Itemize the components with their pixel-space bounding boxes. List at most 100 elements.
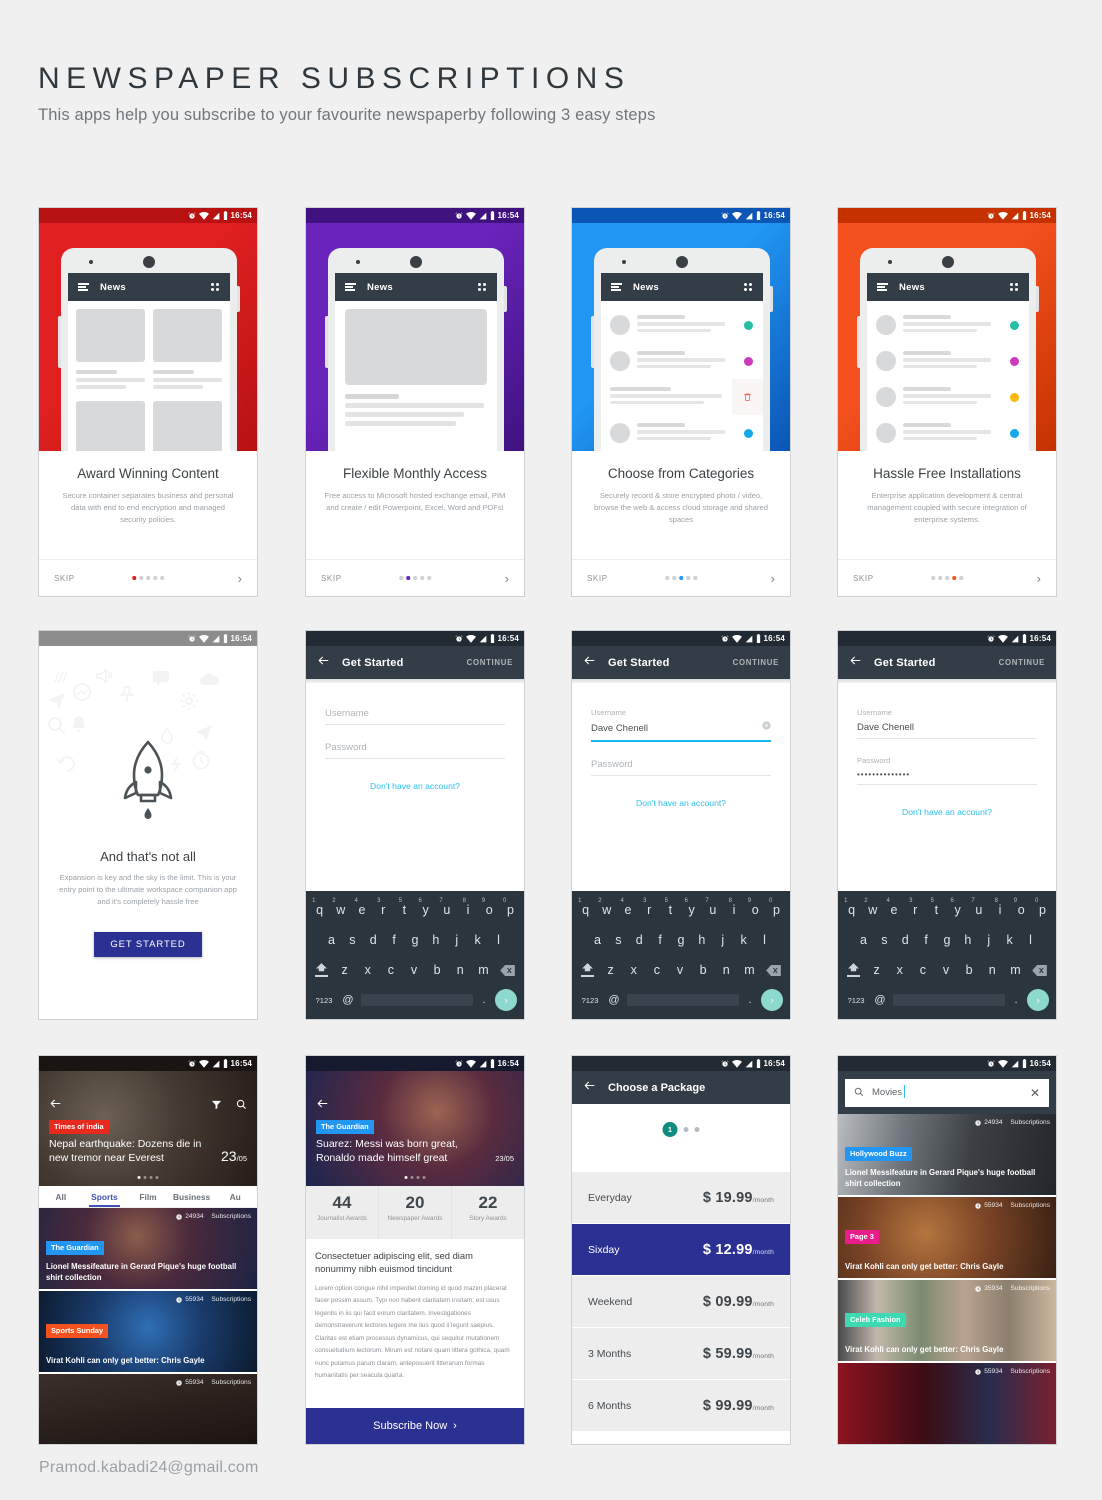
delete-action[interactable] xyxy=(732,379,763,415)
at-key[interactable]: @ xyxy=(606,994,622,1006)
key-x[interactable]: x xyxy=(622,963,645,977)
next-button[interactable]: › xyxy=(771,572,775,585)
key-t[interactable]: 5t xyxy=(926,898,947,917)
period-key[interactable]: . xyxy=(744,994,756,1006)
shift-key[interactable] xyxy=(841,963,865,977)
filter-icon[interactable] xyxy=(211,1097,222,1115)
key-r[interactable]: 3r xyxy=(373,898,394,917)
key-j[interactable]: j xyxy=(978,933,999,947)
skip-button[interactable]: SKIP xyxy=(321,574,342,583)
virtual-keyboard[interactable]: 1q2w4e3r5t6y7u8i9o0p asdfghjkl zxcvbnm ?… xyxy=(838,891,1056,1019)
key-b[interactable]: b xyxy=(426,963,449,977)
key-x[interactable]: x xyxy=(356,963,379,977)
key-n[interactable]: n xyxy=(449,963,472,977)
key-s[interactable]: s xyxy=(608,933,629,947)
backspace-key[interactable] xyxy=(761,964,787,976)
key-p[interactable]: 0p xyxy=(500,898,521,917)
key-k[interactable]: k xyxy=(467,933,488,947)
key-h[interactable]: h xyxy=(957,933,978,947)
key-g[interactable]: g xyxy=(405,933,426,947)
next-button[interactable]: › xyxy=(1037,572,1041,585)
page-dot[interactable] xyxy=(132,576,136,580)
page-dot[interactable] xyxy=(132,1018,136,1019)
feed-card[interactable]: 24934 Subscriptions Hollywood Buzz Lione… xyxy=(838,1114,1056,1197)
back-button[interactable] xyxy=(583,1079,596,1097)
page-dot[interactable] xyxy=(153,1018,157,1019)
shift-key[interactable] xyxy=(309,963,333,977)
username-field[interactable]: Username Dave Chenell xyxy=(591,708,771,742)
key-e[interactable]: 4e xyxy=(883,898,904,917)
feed-card[interactable]: 35934 Subscriptions Celeb Fashion Virat … xyxy=(838,1280,1056,1363)
password-field[interactable]: Password •••••••••••••• xyxy=(857,756,1037,785)
page-dot[interactable] xyxy=(952,576,956,580)
skip-button[interactable]: SKIP xyxy=(54,574,75,583)
password-field[interactable]: Password xyxy=(591,759,771,776)
back-button[interactable] xyxy=(316,1097,329,1115)
hamburger-icon[interactable] xyxy=(611,283,622,291)
grid-view-icon[interactable] xyxy=(211,283,220,291)
enter-key[interactable]: › xyxy=(761,989,783,1011)
page-dot[interactable] xyxy=(938,576,942,580)
key-e[interactable]: 4e xyxy=(351,898,372,917)
key-d[interactable]: d xyxy=(629,933,650,947)
key-c[interactable]: c xyxy=(379,963,402,977)
step-dot[interactable] xyxy=(694,1127,700,1132)
key-w[interactable]: 2w xyxy=(596,898,617,917)
back-button[interactable] xyxy=(849,654,862,672)
key-d[interactable]: d xyxy=(895,933,916,947)
skip-button[interactable]: SKIP xyxy=(853,574,874,583)
key-j[interactable]: j xyxy=(712,933,733,947)
hamburger-icon[interactable] xyxy=(877,283,888,291)
key-g[interactable]: g xyxy=(937,933,958,947)
key-l[interactable]: l xyxy=(1020,933,1041,947)
at-key[interactable]: @ xyxy=(340,994,356,1006)
key-k[interactable]: k xyxy=(999,933,1020,947)
subscribe-now-button[interactable]: Subscribe Now › xyxy=(306,1408,524,1444)
key-d[interactable]: d xyxy=(363,933,384,947)
continue-button[interactable]: CONTINUE xyxy=(467,658,513,667)
tab-business[interactable]: Business xyxy=(170,1186,214,1207)
at-key[interactable]: @ xyxy=(872,994,888,1006)
key-o[interactable]: 9o xyxy=(745,898,766,917)
key-m[interactable]: m xyxy=(1004,963,1027,977)
key-k[interactable]: k xyxy=(733,933,754,947)
key-v[interactable]: v xyxy=(402,963,425,977)
tab-film[interactable]: Film xyxy=(126,1186,170,1207)
key-e[interactable]: 4e xyxy=(617,898,638,917)
key-q[interactable]: 1q xyxy=(575,898,596,917)
page-dot[interactable] xyxy=(160,1018,164,1019)
hamburger-icon[interactable] xyxy=(345,283,356,291)
get-started-button[interactable]: GET STARTED xyxy=(94,932,202,957)
key-a[interactable]: a xyxy=(587,933,608,947)
key-z[interactable]: z xyxy=(865,963,888,977)
key-u[interactable]: 7u xyxy=(702,898,723,917)
grid-view-icon[interactable] xyxy=(478,283,487,291)
key-x[interactable]: x xyxy=(888,963,911,977)
key-m[interactable]: m xyxy=(472,963,495,977)
key-r[interactable]: 3r xyxy=(639,898,660,917)
back-button[interactable] xyxy=(583,654,596,672)
package-row[interactable]: Sixday $ 12.99/month xyxy=(572,1224,790,1276)
key-j[interactable]: j xyxy=(446,933,467,947)
feed-card[interactable]: 24934 Subscriptions The Guardian Lionel … xyxy=(39,1208,257,1291)
key-y[interactable]: 6y xyxy=(415,898,436,917)
page-dot[interactable] xyxy=(160,576,164,580)
password-field[interactable]: Password xyxy=(325,742,505,759)
package-row[interactable]: Weekend $ 09.99/month xyxy=(572,1276,790,1328)
package-row[interactable]: Everyday $ 19.99/month xyxy=(572,1172,790,1224)
feed-card[interactable]: 55934 Subscriptions xyxy=(838,1363,1056,1444)
key-i[interactable]: 8i xyxy=(989,898,1010,917)
space-key[interactable] xyxy=(361,994,473,1006)
next-button[interactable]: › xyxy=(505,572,509,585)
key-r[interactable]: 3r xyxy=(905,898,926,917)
no-account-link[interactable]: Don't have an account? xyxy=(591,798,771,808)
key-u[interactable]: 7u xyxy=(436,898,457,917)
tab-all[interactable]: All xyxy=(39,1186,83,1207)
virtual-keyboard[interactable]: 1q2w4e3r5t6y7u8i9o0p asdfghjkl zxcvbnm ?… xyxy=(306,891,524,1019)
enter-key[interactable]: › xyxy=(1027,989,1049,1011)
backspace-key[interactable] xyxy=(1027,964,1053,976)
key-b[interactable]: b xyxy=(692,963,715,977)
key-u[interactable]: 7u xyxy=(968,898,989,917)
grid-view-icon[interactable] xyxy=(744,283,753,291)
page-dot[interactable] xyxy=(686,576,690,580)
